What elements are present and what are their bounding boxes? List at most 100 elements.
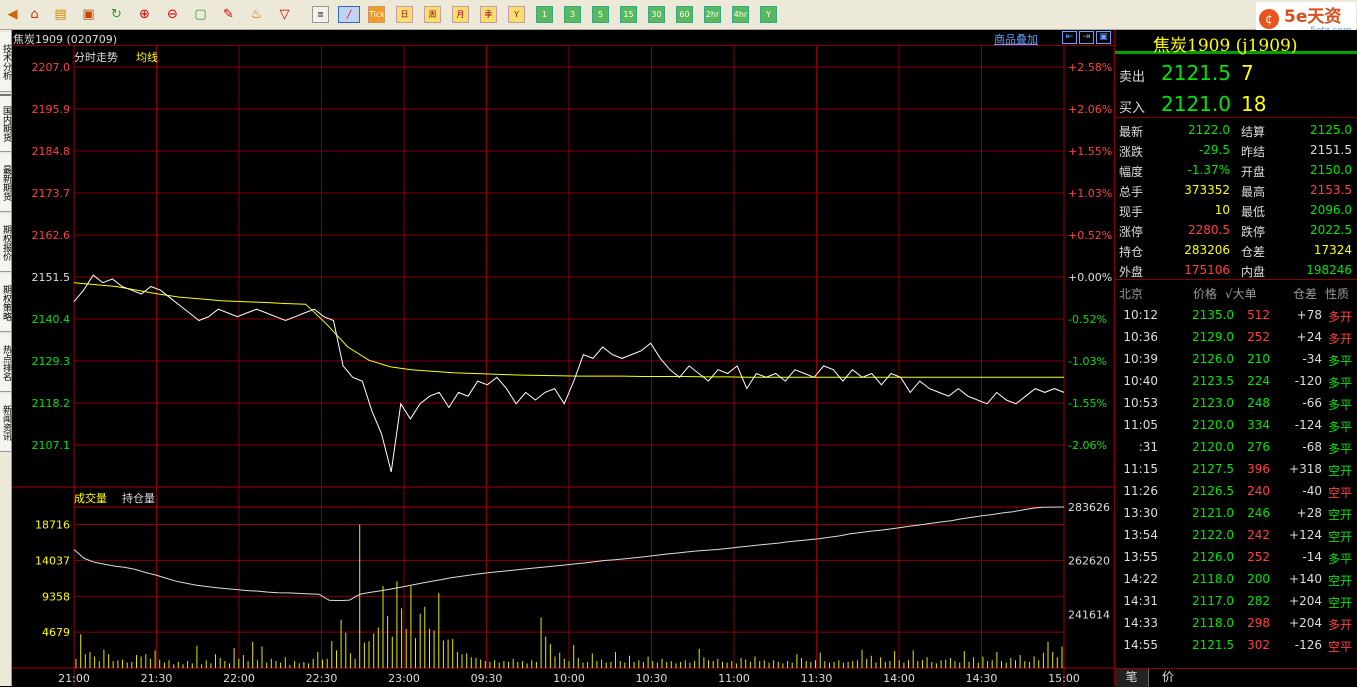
tab-price[interactable]: 价 bbox=[1151, 669, 1185, 687]
back-icon[interactable]: ◀ bbox=[4, 6, 21, 23]
time-tick-label: 14:00 bbox=[883, 672, 915, 685]
tick-list: 10:12 2135.0 512 +78 多开 10:36 2129.0 252 +24 多开 10… bbox=[1115, 304, 1357, 664]
price-tick-label: 2162.6 bbox=[32, 229, 71, 242]
bell-icon[interactable]: ♨ bbox=[248, 6, 265, 23]
tick-volume: 240 bbox=[1247, 484, 1270, 498]
tick-oi-change: +140 bbox=[1289, 572, 1322, 586]
volume-tick-label: 18716 bbox=[35, 519, 70, 532]
funnel-icon[interactable]: ▽ bbox=[276, 6, 293, 23]
period-button-11[interactable]: 60 bbox=[676, 6, 693, 23]
tick-price: 2129.0 bbox=[1192, 330, 1234, 344]
price-tick-label: 2184.8 bbox=[32, 145, 71, 158]
period-button-4[interactable]: 季 bbox=[480, 6, 497, 23]
chart-label: 分时走势 bbox=[74, 51, 118, 64]
price-tick-label: 2107.1 bbox=[32, 439, 71, 452]
maximize-icon[interactable]: ▣ bbox=[1096, 31, 1111, 44]
price-tick-label: 2129.3 bbox=[32, 355, 71, 368]
tick-oi-change: +28 bbox=[1296, 506, 1322, 520]
tick-time: 14:31 bbox=[1123, 594, 1158, 608]
tick-oi-change: -34 bbox=[1302, 352, 1322, 366]
side-tab-6[interactable]: 新闻资讯 bbox=[0, 394, 11, 452]
side-tab-5[interactable]: 热点排名 bbox=[0, 334, 11, 392]
home-icon[interactable]: ⌂ bbox=[26, 6, 43, 23]
tick-header-oi: 仓差 bbox=[1293, 287, 1318, 301]
report-icon[interactable]: ≣ bbox=[312, 6, 329, 23]
bid-price[interactable]: 2121.0 bbox=[1161, 92, 1231, 116]
notebook-icon[interactable]: ▤ bbox=[52, 6, 69, 23]
percent-tick-label: +1.55% bbox=[1068, 145, 1112, 158]
stats-value: 2125.0 bbox=[1310, 123, 1352, 137]
side-tab-bar: 技术分析 国内期货 最新期货 期权报价 期权策略 热点排名 新闻资讯 bbox=[0, 30, 12, 686]
side-tab-2[interactable]: 最新期货 bbox=[0, 154, 11, 212]
stats-value: 2153.5 bbox=[1310, 183, 1352, 197]
tick-nature: 多平 bbox=[1327, 442, 1352, 456]
period-button-2[interactable]: 周 bbox=[424, 6, 441, 23]
toolbar: ◀ ⌂ ▤ ▣ ↻ ⊕ ⊖ ▢ ✎ ♨ ▽ ≣ ╱ Tick 日周月季 Y 1 3 5 15… bbox=[0, 0, 1357, 36]
tick-volume: 396 bbox=[1247, 462, 1270, 476]
tab-ticks[interactable]: 笔 bbox=[1115, 669, 1149, 687]
f10-icon[interactable]: ▣ bbox=[80, 6, 97, 23]
tick-price: 2120.0 bbox=[1192, 440, 1234, 454]
period-button-0[interactable]: Tick bbox=[368, 6, 385, 23]
tick-nature: 空开 bbox=[1327, 596, 1352, 610]
period-button-13[interactable]: 4hr bbox=[732, 6, 749, 23]
chart-header: 焦炭1909 (020709) 商品叠加 ⇤ ⇥ ▣ bbox=[12, 30, 1114, 46]
time-tick-label: 14:30 bbox=[966, 672, 998, 685]
tick-volume: 334 bbox=[1247, 418, 1270, 432]
tick-oi-change: +204 bbox=[1289, 616, 1322, 630]
stats-row: 最新 2122.0 结算 2125.0 bbox=[1115, 120, 1357, 140]
tick-volume: 282 bbox=[1247, 594, 1270, 608]
svg-text:¢: ¢ bbox=[1265, 12, 1273, 26]
stats-label: 现手 bbox=[1119, 205, 1144, 219]
side-tab-1[interactable]: 国内期货 bbox=[0, 94, 11, 152]
prev-icon[interactable]: ⇤ bbox=[1062, 31, 1077, 44]
intraday-chart[interactable]: 分时走势 均线 成交量 持仓量 2207.0 +2.58% 2195.9 +2.06%… bbox=[12, 46, 1114, 686]
tick-oi-change: +24 bbox=[1296, 330, 1322, 344]
time-tick-label: 22:30 bbox=[306, 672, 338, 685]
stats-row: 外盘 175106 内盘 198246 bbox=[1115, 260, 1357, 280]
tick-row: 10:53 2123.0 248 -66 多平 bbox=[1115, 392, 1357, 414]
tick-time: 11:05 bbox=[1123, 418, 1158, 432]
refresh-icon[interactable]: ↻ bbox=[108, 6, 125, 23]
side-tab-3[interactable]: 期权报价 bbox=[0, 214, 11, 272]
tick-time: 13:54 bbox=[1123, 528, 1158, 542]
pen-icon[interactable]: ✎ bbox=[220, 6, 237, 23]
period-button-9[interactable]: 15 bbox=[620, 6, 637, 23]
percent-tick-label: +2.58% bbox=[1068, 61, 1112, 74]
period-button-10[interactable]: 30 bbox=[648, 6, 665, 23]
stats-value: 2150.0 bbox=[1310, 163, 1352, 177]
stats-value: 2122.0 bbox=[1188, 123, 1230, 137]
stats-label: 内盘 bbox=[1241, 265, 1266, 279]
tick-volume: 200 bbox=[1247, 572, 1270, 586]
side-tab-4[interactable]: 期权策略 bbox=[0, 274, 11, 332]
order-book: 卖出 2121.5 7 买入 2121.0 18 bbox=[1115, 56, 1357, 118]
tick-row: 11:15 2127.5 396 +318 空开 bbox=[1115, 458, 1357, 480]
period-button-8[interactable]: 5 bbox=[592, 6, 609, 23]
side-tab-0[interactable]: 技术分析 bbox=[0, 32, 11, 92]
zoom-out-icon[interactable]: ⊖ bbox=[164, 6, 181, 23]
period-button-12[interactable]: 2hr bbox=[704, 6, 721, 23]
period-button-3[interactable]: 月 bbox=[452, 6, 469, 23]
period-button-7[interactable]: 3 bbox=[564, 6, 581, 23]
percent-tick-label: -1.55% bbox=[1068, 397, 1107, 410]
percent-tick-label: +2.06% bbox=[1068, 103, 1112, 116]
stats-label: 持仓 bbox=[1119, 245, 1144, 259]
period-button-5[interactable]: Y bbox=[508, 6, 525, 23]
intraday-chart-icon[interactable]: ╱ bbox=[338, 6, 360, 23]
window-icon[interactable]: ▢ bbox=[192, 6, 209, 23]
period-button-6[interactable]: 1 bbox=[536, 6, 553, 23]
zoom-in-icon[interactable]: ⊕ bbox=[136, 6, 153, 23]
tick-volume: 246 bbox=[1247, 506, 1270, 520]
tick-oi-change: -120 bbox=[1294, 374, 1322, 388]
price-tick-label: 2118.2 bbox=[32, 397, 71, 410]
bid-label: 买入 bbox=[1119, 101, 1146, 116]
period-button-14[interactable]: Y bbox=[760, 6, 777, 23]
ask-price[interactable]: 2121.5 bbox=[1161, 61, 1231, 85]
tick-time: 10:39 bbox=[1123, 352, 1158, 366]
period-button-1[interactable]: 日 bbox=[396, 6, 413, 23]
overlay-link[interactable]: 商品叠加 bbox=[994, 31, 1038, 47]
percent-tick-label: -2.06% bbox=[1068, 439, 1107, 452]
stats-row: 涨停 2280.5 跌停 2022.5 bbox=[1115, 220, 1357, 240]
tick-oi-change: -124 bbox=[1294, 418, 1322, 432]
next-icon[interactable]: ⇥ bbox=[1079, 31, 1094, 44]
